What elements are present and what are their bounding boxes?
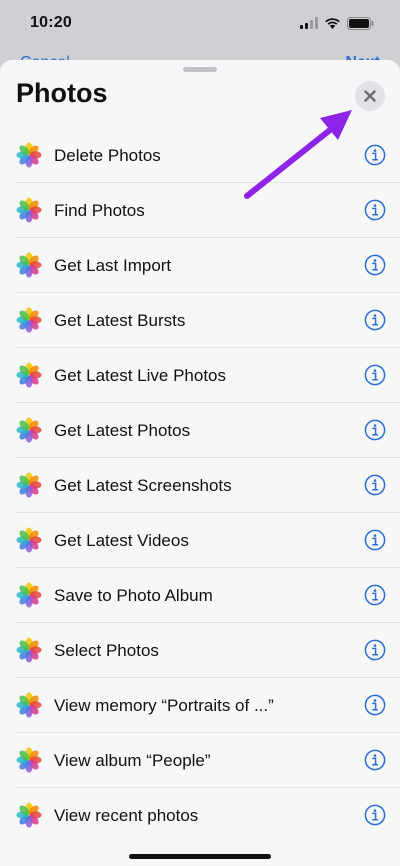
action-row[interactable]: Delete Photos (0, 128, 400, 183)
wifi-icon (325, 18, 340, 29)
action-row[interactable]: Get Last Import (0, 238, 400, 293)
action-label: Get Latest Videos (54, 531, 189, 550)
action-row[interactable]: Find Photos (0, 183, 400, 238)
photos-app-icon (16, 472, 42, 498)
photos-app-icon (16, 197, 42, 223)
action-row[interactable]: View recent photos (0, 788, 400, 843)
action-label: Delete Photos (54, 146, 161, 165)
info-icon[interactable] (364, 364, 386, 386)
action-row[interactable]: Get Latest Photos (0, 403, 400, 458)
info-icon[interactable] (364, 529, 386, 551)
action-row[interactable]: View album “People” (0, 733, 400, 788)
action-label: Select Photos (54, 641, 159, 660)
info-icon[interactable] (364, 804, 386, 826)
close-icon (364, 90, 376, 102)
action-row[interactable]: Get Latest Bursts (0, 293, 400, 348)
status-icons (300, 16, 374, 30)
info-icon[interactable] (364, 639, 386, 661)
info-icon[interactable] (364, 309, 386, 331)
close-button[interactable] (355, 81, 385, 111)
photos-app-icon (16, 307, 42, 333)
action-label: Get Last Import (54, 256, 172, 275)
action-list: Delete Photos Find Photos Get Last Import G… (0, 128, 400, 843)
action-label: Get Latest Screenshots (54, 476, 232, 495)
photos-app-icon (16, 362, 42, 388)
info-icon[interactable] (364, 474, 386, 496)
action-label: View album “People” (54, 751, 211, 770)
sheet-grabber[interactable] (183, 67, 217, 72)
action-label: Get Latest Photos (54, 421, 191, 440)
photos-app-icon (16, 142, 42, 168)
info-icon[interactable] (364, 254, 386, 276)
action-label: View recent photos (54, 806, 199, 825)
action-label: Get Latest Bursts (54, 311, 186, 330)
photos-actions-sheet: Photos Delete Photos Find Photos Get Last … (0, 60, 400, 866)
photos-app-icon (16, 747, 42, 773)
action-row[interactable]: Get Latest Videos (0, 513, 400, 568)
action-label: View memory “Portraits of ...” (54, 696, 274, 715)
action-row[interactable]: Select Photos (0, 623, 400, 678)
info-icon[interactable] (364, 419, 386, 441)
action-label: Save to Photo Album (54, 586, 213, 605)
action-row[interactable]: Get Latest Screenshots (0, 458, 400, 513)
photos-app-icon (16, 252, 42, 278)
photos-app-icon (16, 692, 42, 718)
action-row[interactable]: View memory “Portraits of ...” (0, 678, 400, 733)
status-bar: 10:20 (0, 0, 400, 46)
photos-app-icon (16, 637, 42, 663)
action-row[interactable]: Get Latest Live Photos (0, 348, 400, 403)
photos-app-icon (16, 802, 42, 828)
action-label: Find Photos (54, 201, 145, 220)
photos-app-icon (16, 582, 42, 608)
info-icon[interactable] (364, 694, 386, 716)
action-label: Get Latest Live Photos (54, 366, 226, 385)
signal-icon (300, 17, 318, 29)
home-indicator[interactable] (129, 854, 271, 859)
info-icon[interactable] (364, 144, 386, 166)
photos-app-icon (16, 417, 42, 443)
status-time: 10:20 (30, 14, 72, 31)
info-icon[interactable] (364, 199, 386, 221)
action-row[interactable]: Save to Photo Album (0, 568, 400, 623)
sheet-title: Photos (16, 78, 108, 108)
info-icon[interactable] (364, 584, 386, 606)
photos-app-icon (16, 527, 42, 553)
battery-icon (347, 16, 374, 30)
info-icon[interactable] (364, 749, 386, 771)
